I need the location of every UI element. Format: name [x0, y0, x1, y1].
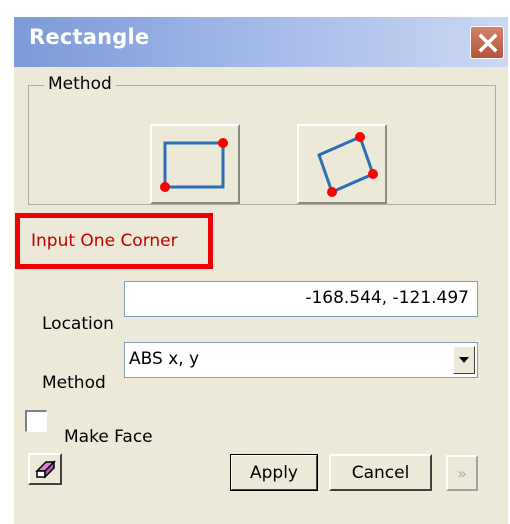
method-group-label: Method [44, 74, 116, 94]
close-button[interactable] [470, 26, 504, 59]
method-select-label: Method [42, 373, 106, 393]
dialog-title: Rectangle [29, 25, 150, 49]
make-face-label: Make Face [64, 427, 153, 447]
more-options-button[interactable]: » [446, 455, 478, 491]
status-highlight: Input One Corner [15, 213, 213, 269]
method-select-value: ABS x, y [129, 349, 200, 369]
apply-button[interactable]: Apply [230, 454, 318, 491]
close-x-icon [478, 33, 498, 53]
chevron-down-icon [459, 357, 469, 363]
rectangle-two-corners-icon [160, 138, 228, 192]
rectangle-three-corners-icon [317, 132, 378, 197]
cancel-button[interactable]: Cancel [329, 454, 432, 491]
rotated-rectangle-button[interactable] [297, 124, 387, 204]
location-field[interactable]: -168.544, -121.497 [124, 281, 478, 317]
method-select[interactable]: ABS x, y [124, 342, 478, 378]
make-face-checkbox[interactable] [25, 410, 47, 432]
status-prompt: Input One Corner [31, 231, 178, 251]
title-bar[interactable]: Rectangle [14, 17, 508, 67]
location-label: Location [42, 314, 114, 334]
eraser-button[interactable] [28, 453, 62, 485]
axis-aligned-rectangle-button[interactable] [150, 124, 240, 204]
eraser-icon [35, 460, 56, 479]
dropdown-arrow-button[interactable] [453, 346, 475, 374]
method-group [28, 85, 496, 205]
